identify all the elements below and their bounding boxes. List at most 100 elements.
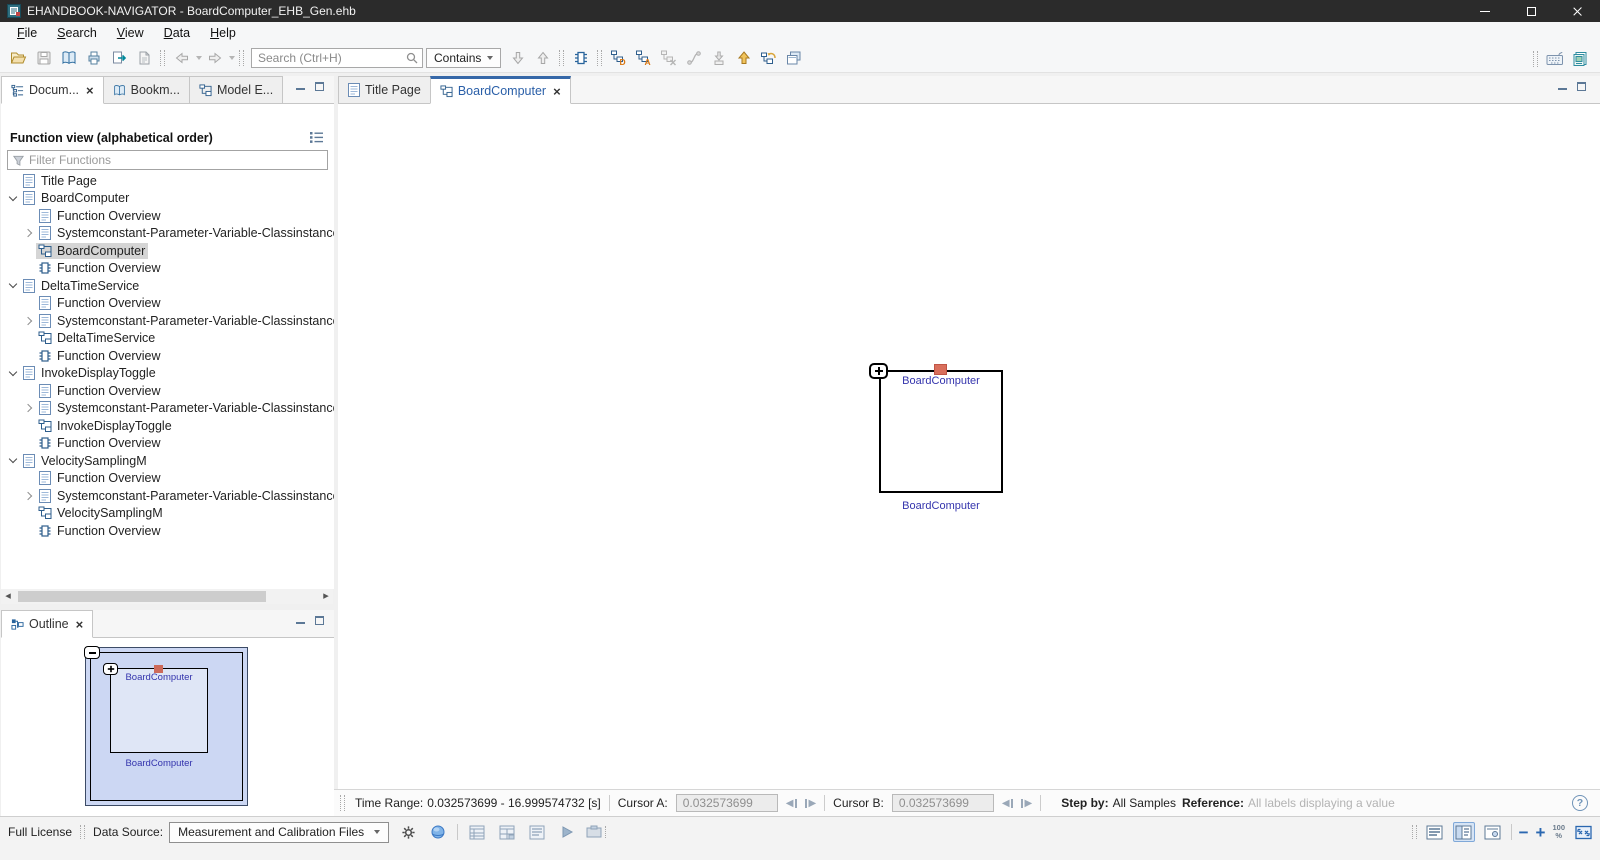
hide-labels-button[interactable] xyxy=(656,46,681,70)
tutorial-button[interactable] xyxy=(1567,47,1592,71)
minimize-view-icon[interactable] xyxy=(296,82,305,91)
pdf-report-button[interactable] xyxy=(131,46,156,70)
open-in-new-window-button[interactable] xyxy=(781,46,806,70)
back-to-parent-button[interactable] xyxy=(756,46,781,70)
collapse-button[interactable] xyxy=(84,646,100,659)
export-button[interactable] xyxy=(106,46,131,70)
minimize-view-icon[interactable] xyxy=(1558,82,1567,91)
handbook-button[interactable] xyxy=(56,46,81,70)
contains-dropdown[interactable]: Contains xyxy=(426,48,501,68)
open-file-button[interactable] xyxy=(6,46,31,70)
search-input[interactable] xyxy=(251,48,423,68)
search-previous-button[interactable] xyxy=(530,46,555,70)
layout-split-view-button[interactable] xyxy=(1453,822,1475,842)
scroll-left-icon[interactable]: ◂ xyxy=(1,589,15,604)
cursor-b-step-back-button[interactable]: ◀ xyxy=(1002,798,1013,809)
cursor-a-input[interactable] xyxy=(676,794,778,812)
tree-item[interactable]: Function Overview xyxy=(1,382,334,400)
tree-item[interactable]: DeltaTimeService xyxy=(1,277,334,295)
label-list-button[interactable] xyxy=(526,822,548,842)
tree-item[interactable]: Function Overview xyxy=(1,347,334,365)
snapshot-button[interactable] xyxy=(586,822,608,842)
search-next-button[interactable] xyxy=(505,46,530,70)
step-into-button[interactable] xyxy=(706,46,731,70)
layout-detail-view-button[interactable] xyxy=(1482,822,1504,842)
scrollbar-track[interactable] xyxy=(15,589,319,604)
tab-bookmarks[interactable]: Bookm... xyxy=(103,76,190,103)
forward-history-dropdown-icon[interactable] xyxy=(229,56,235,60)
menu-item-view[interactable]: View xyxy=(108,24,153,42)
hierarchy-button[interactable] xyxy=(681,46,706,70)
close-tab-icon[interactable]: × xyxy=(86,84,94,97)
navigate-back-button[interactable] xyxy=(169,46,194,70)
tree-item[interactable]: DeltaTimeService xyxy=(1,330,334,348)
tab-title-page[interactable]: Title Page xyxy=(338,76,431,103)
zoom-in-button[interactable]: + xyxy=(1536,824,1546,841)
layout-single-view-button[interactable] xyxy=(1424,822,1446,842)
go-up-button[interactable] xyxy=(731,46,756,70)
scroll-right-icon[interactable]: ▸ xyxy=(319,589,333,604)
menu-item-help[interactable]: Help xyxy=(201,24,245,42)
tree-item[interactable]: VelocitySamplingM xyxy=(1,452,334,470)
tree-item[interactable]: Function Overview xyxy=(1,435,334,453)
fit-to-screen-button[interactable] xyxy=(1572,822,1594,842)
close-button[interactable] xyxy=(1554,0,1600,22)
tab-boardcomputer[interactable]: BoardComputer × xyxy=(430,76,571,104)
scrollbar-thumb[interactable] xyxy=(18,591,266,602)
menu-item-search[interactable]: Search xyxy=(48,24,106,42)
maximize-button[interactable] xyxy=(1508,0,1554,22)
zoom-100-button[interactable]: 100% xyxy=(1552,824,1565,841)
online-data-button[interactable] xyxy=(427,822,449,842)
tree-item[interactable]: Systemconstant-Parameter-Variable-Classi… xyxy=(1,312,334,330)
cursor-b-step-forward-button[interactable]: ▶ xyxy=(1021,798,1032,809)
close-tab-icon[interactable]: × xyxy=(76,618,84,631)
close-tab-icon[interactable]: × xyxy=(553,85,561,98)
boardcomputer-block[interactable] xyxy=(879,370,1003,493)
cursor-a-step-forward-button[interactable]: ▶ xyxy=(805,798,816,809)
tree-item[interactable]: Function Overview xyxy=(1,522,334,540)
help-button[interactable]: ? xyxy=(1572,795,1588,811)
diagram-canvas[interactable]: BoardComputer BoardComputer xyxy=(338,104,1600,789)
port-marker[interactable] xyxy=(934,364,947,375)
keyboard-shortcuts-button[interactable] xyxy=(1542,47,1567,71)
tree-item[interactable]: BoardComputer xyxy=(1,190,334,208)
show-all-labels-button[interactable]: A xyxy=(631,46,656,70)
tab-model-explorer[interactable]: Model E... xyxy=(189,76,283,103)
measure-window-button[interactable] xyxy=(466,822,488,842)
tree-item[interactable]: Function Overview xyxy=(1,295,334,313)
tab-documentation[interactable]: Docum... × xyxy=(1,76,104,104)
cursor-b-input[interactable] xyxy=(892,794,994,812)
chevron-down-icon[interactable] xyxy=(5,366,20,380)
minimize-button[interactable] xyxy=(1462,0,1508,22)
print-button[interactable] xyxy=(81,46,106,70)
chevron-right-icon[interactable] xyxy=(21,314,36,328)
tab-outline[interactable]: Outline × xyxy=(1,610,93,638)
tree-item[interactable]: InvokeDisplayToggle xyxy=(1,417,334,435)
view-menu-icon[interactable] xyxy=(309,131,324,144)
navigate-forward-button[interactable] xyxy=(202,46,227,70)
tree-item[interactable]: Systemconstant-Parameter-Variable-Classi… xyxy=(1,225,334,243)
maximize-view-icon[interactable] xyxy=(1577,82,1586,91)
save-button[interactable] xyxy=(31,46,56,70)
chevron-down-icon[interactable] xyxy=(5,454,20,468)
data-source-settings-button[interactable] xyxy=(397,822,419,842)
tree-item[interactable]: VelocitySamplingM xyxy=(1,505,334,523)
outline-thumbnail[interactable]: BoardComputer BoardComputer xyxy=(85,647,248,806)
chevron-right-icon[interactable] xyxy=(21,226,36,240)
menu-item-data[interactable]: Data xyxy=(155,24,199,42)
chevron-right-icon[interactable] xyxy=(21,489,36,503)
tree-horizontal-scrollbar[interactable]: ◂ ▸ xyxy=(1,589,333,604)
tree-item[interactable]: Function Overview xyxy=(1,470,334,488)
insert-measure-variable-button[interactable] xyxy=(568,46,593,70)
chevron-right-icon[interactable] xyxy=(21,401,36,415)
cursor-a-step-back-button[interactable]: ◀ xyxy=(786,798,797,809)
tree-item[interactable]: InvokeDisplayToggle xyxy=(1,365,334,383)
tree-item[interactable]: Systemconstant-Parameter-Variable-Classi… xyxy=(1,487,334,505)
maximize-view-icon[interactable] xyxy=(315,82,324,91)
chevron-down-icon[interactable] xyxy=(5,279,20,293)
calibration-window-button[interactable] xyxy=(496,822,518,842)
filter-functions-input[interactable] xyxy=(29,153,327,167)
tree-item[interactable]: Function Overview xyxy=(1,260,334,278)
data-source-dropdown[interactable]: Measurement and Calibration Files xyxy=(169,822,389,843)
chevron-down-icon[interactable] xyxy=(5,191,20,205)
